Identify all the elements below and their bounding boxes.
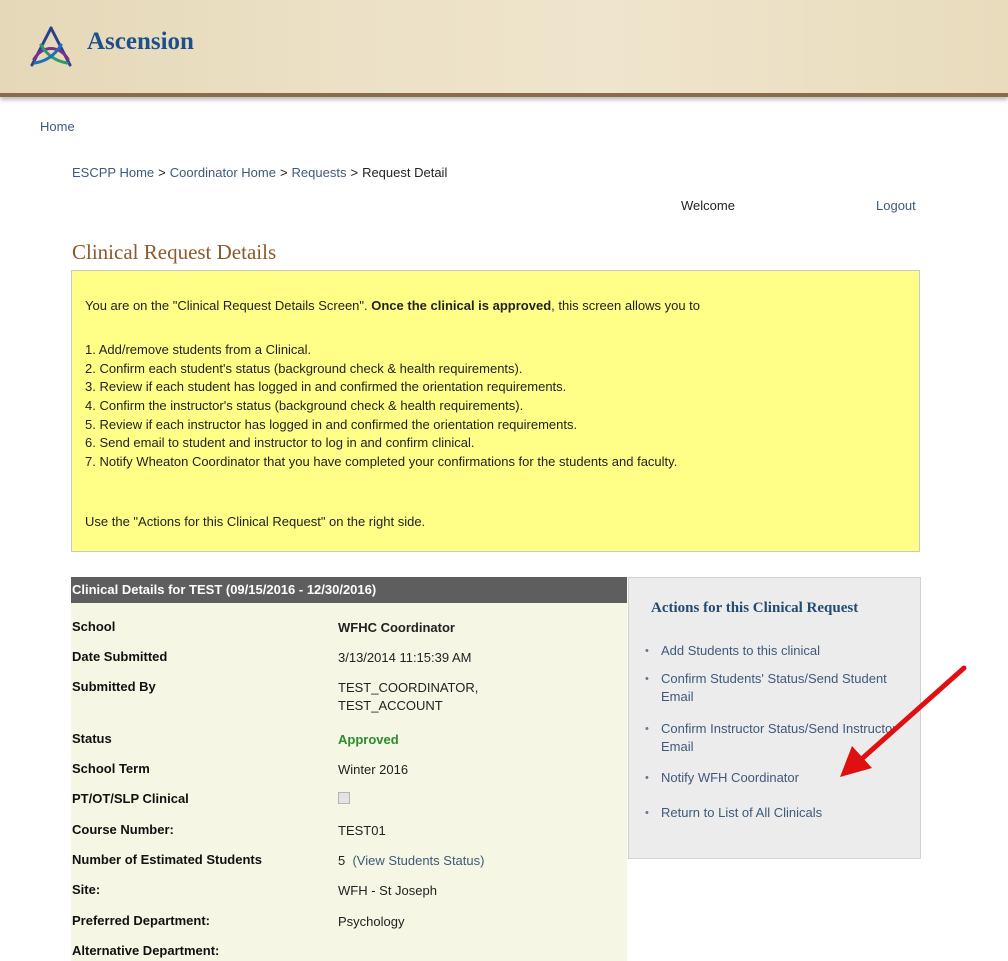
row-label: Alternative Department: — [72, 943, 220, 958]
site-header: Ascension — [0, 0, 1008, 97]
return-to-list-link[interactable]: Return to List of All Clinicals — [661, 804, 901, 822]
bullet-icon: • — [645, 673, 649, 685]
breadcrumb-current: Request Detail — [362, 165, 448, 180]
bullet-icon: • — [645, 807, 649, 819]
intro-text: You are on the "Clinical Request Details… — [85, 298, 372, 313]
details-header: Clinical Details for TEST (09/15/2016 - … — [71, 577, 627, 603]
welcome-text: Welcome — [681, 198, 735, 213]
breadcrumb-escpp-home[interactable]: ESCPP Home — [72, 165, 154, 180]
bullet-icon: • — [645, 723, 649, 735]
row-label: Preferred Department: — [72, 913, 210, 928]
instruction-item: 6. Send email to student and instructor … — [85, 435, 475, 451]
ascension-logo-icon — [30, 26, 72, 67]
row-value-line: TEST_COORDINATOR, — [338, 680, 479, 695]
row-label: Number of Estimated Students — [72, 852, 262, 867]
instruction-item: 5. Review if each instructor has logged … — [85, 416, 578, 432]
estimated-students-count: 5 — [338, 853, 346, 868]
add-students-link[interactable]: Add Students to this clinical — [661, 642, 901, 660]
status-badge: Approved — [338, 732, 399, 747]
row-value: TEST_COORDINATOR, TEST_ACCOUNT — [338, 679, 478, 715]
instruction-item: 1. Add/remove students from a Clinical. — [85, 342, 312, 357]
row-value: TEST01 — [338, 823, 386, 838]
instruction-item: 2. Confirm each student's status (backgr… — [85, 360, 523, 376]
instruction-item: 7. Notify Wheaton Coordinator that you h… — [85, 454, 678, 470]
row-label: Submitted By — [72, 679, 156, 694]
breadcrumb-coordinator-home[interactable]: Coordinator Home — [170, 165, 276, 180]
row-label: Site: — [72, 882, 101, 897]
row-value: Winter 2016 — [338, 762, 409, 777]
intro-text-end: , this screen allows you to — [551, 298, 701, 313]
view-students-status-link[interactable]: (View Students Status) — [352, 853, 484, 868]
row-value: WFHC Coordinator — [338, 620, 455, 635]
row-label: Status — [72, 731, 112, 746]
row-label: Course Number: — [72, 822, 174, 837]
breadcrumb-separator: > — [279, 165, 288, 180]
breadcrumb-separator: > — [350, 165, 359, 180]
instructions-box: You are on the "Clinical Request Details… — [71, 270, 920, 552]
red-arrow-annotation-icon — [840, 665, 967, 777]
row-value: WFH - St Joseph — [338, 883, 437, 898]
bullet-icon: • — [645, 772, 649, 784]
row-value-line: TEST_ACCOUNT — [338, 698, 443, 713]
row-value: 3/13/2014 11:15:39 AM — [338, 650, 472, 665]
clinical-details-table: Clinical Details for TEST (09/15/2016 - … — [71, 577, 627, 961]
logout-link[interactable]: Logout — [876, 198, 916, 213]
brand-name[interactable]: Ascension — [87, 28, 194, 56]
row-value: Psychology — [338, 914, 405, 929]
intro-bold-text: Once the clinical is approved — [371, 298, 552, 313]
breadcrumb-requests[interactable]: Requests — [292, 165, 347, 180]
page-title: Clinical Request Details — [72, 240, 277, 264]
home-link[interactable]: Home — [40, 119, 75, 134]
row-value — [338, 791, 350, 809]
actions-title: Actions for this Clinical Request — [651, 600, 859, 616]
instructions-footer: Use the "Actions for this Clinical Reque… — [85, 514, 426, 529]
breadcrumb: ESCPP Home > Coordinator Home > Requests > Req… — [72, 165, 447, 180]
row-value: 5 (View Students Status) — [338, 852, 484, 870]
instructions-list: 1. Add/remove students from a Clinical. … — [85, 341, 677, 472]
breadcrumb-separator: > — [158, 165, 166, 180]
row-label: PT/OT/SLP Clinical — [72, 791, 189, 806]
instructions-intro: You are on the "Clinical Request Details… — [85, 298, 700, 313]
pt-ot-slp-checkbox[interactable] — [338, 792, 350, 804]
instruction-item: 4. Confirm the instructor's status (back… — [85, 398, 524, 414]
row-label: Date Submitted — [72, 649, 168, 664]
bullet-icon: • — [645, 645, 649, 657]
row-label: School Term — [72, 761, 150, 776]
instruction-item: 3. Review if each student has logged in … — [85, 379, 567, 395]
row-label: School — [72, 619, 116, 634]
